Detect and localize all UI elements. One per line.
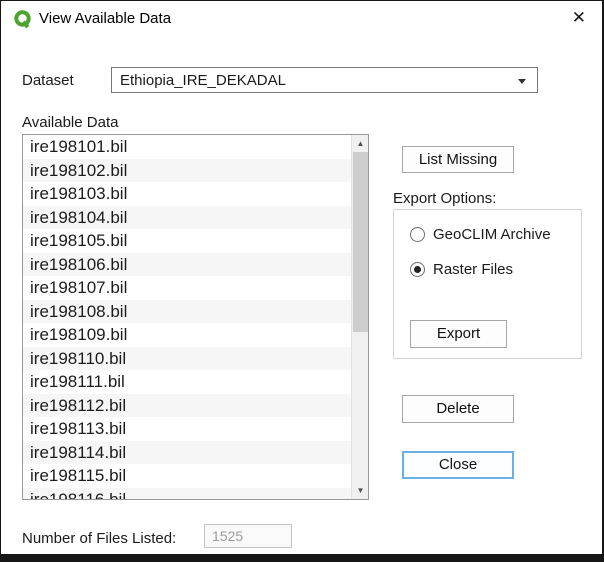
list-item[interactable]: ire198116.bil (23, 488, 351, 500)
list-item[interactable]: ire198101.bil (23, 135, 351, 159)
list-item[interactable]: ire198109.bil (23, 323, 351, 347)
close-icon[interactable]: ✕ (572, 8, 586, 28)
list-item[interactable]: ire198105.bil (23, 229, 351, 253)
list-item[interactable]: ire198103.bil (23, 182, 351, 206)
list-item[interactable]: ire198104.bil (23, 206, 351, 230)
delete-button[interactable]: Delete (402, 395, 514, 423)
radio-option[interactable]: GeoCLIM Archive (410, 224, 581, 244)
available-data-label: Available Data (22, 114, 118, 131)
available-data-list: ire198101.bil ire198102.bil ire198103.bi… (22, 134, 369, 500)
radio-group: GeoCLIM Archive Raster Files (410, 224, 581, 279)
dataset-selected-value: Ethiopia_IRE_DEKADAL (120, 72, 286, 89)
export-options-label: Export Options: (393, 190, 496, 207)
list-item[interactable]: ire198106.bil (23, 253, 351, 277)
list-item[interactable]: ire198112.bil (23, 394, 351, 418)
close-button[interactable]: Close (402, 451, 514, 479)
radio-button-icon (410, 227, 425, 242)
app-logo-icon (13, 9, 33, 29)
list-item[interactable]: ire198108.bil (23, 300, 351, 324)
scroll-down-icon[interactable]: ▼ (352, 482, 369, 499)
dataset-dropdown[interactable]: Ethiopia_IRE_DEKADAL (111, 67, 538, 93)
export-button[interactable]: Export (410, 320, 507, 348)
file-count-label: Number of Files Listed: (22, 530, 176, 547)
radio-button-icon (410, 262, 425, 277)
scroll-up-icon[interactable]: ▲ (352, 135, 369, 152)
radio-option-label: Raster Files (433, 261, 513, 278)
list-item[interactable]: ire198115.bil (23, 464, 351, 488)
list-item[interactable]: ire198113.bil (23, 417, 351, 441)
scrollbar-thumb[interactable] (353, 152, 368, 332)
export-options-group: GeoCLIM Archive Raster Files Export (393, 209, 582, 359)
dataset-label: Dataset (22, 72, 74, 89)
radio-option-label: GeoCLIM Archive (433, 226, 551, 243)
list-item[interactable]: ire198114.bil (23, 441, 351, 465)
radio-option[interactable]: Raster Files (410, 259, 581, 279)
screenshot-frame: View Available Data ✕ Dataset Ethiopia_I… (0, 0, 604, 562)
view-available-data-dialog: View Available Data ✕ Dataset Ethiopia_I… (1, 1, 602, 554)
list-item[interactable]: ire198111.bil (23, 370, 351, 394)
list-missing-button[interactable]: List Missing (402, 146, 514, 173)
vertical-scrollbar[interactable]: ▲ ▼ (351, 135, 368, 499)
file-count-field: 1525 (204, 524, 292, 548)
list-item[interactable]: ire198102.bil (23, 159, 351, 183)
title-bar: View Available Data ✕ (1, 1, 602, 37)
dropdown-arrow-icon (518, 79, 526, 84)
window-title: View Available Data (39, 10, 171, 27)
file-list: ire198101.bil ire198102.bil ire198103.bi… (23, 135, 351, 499)
list-item[interactable]: ire198107.bil (23, 276, 351, 300)
list-item[interactable]: ire198110.bil (23, 347, 351, 371)
